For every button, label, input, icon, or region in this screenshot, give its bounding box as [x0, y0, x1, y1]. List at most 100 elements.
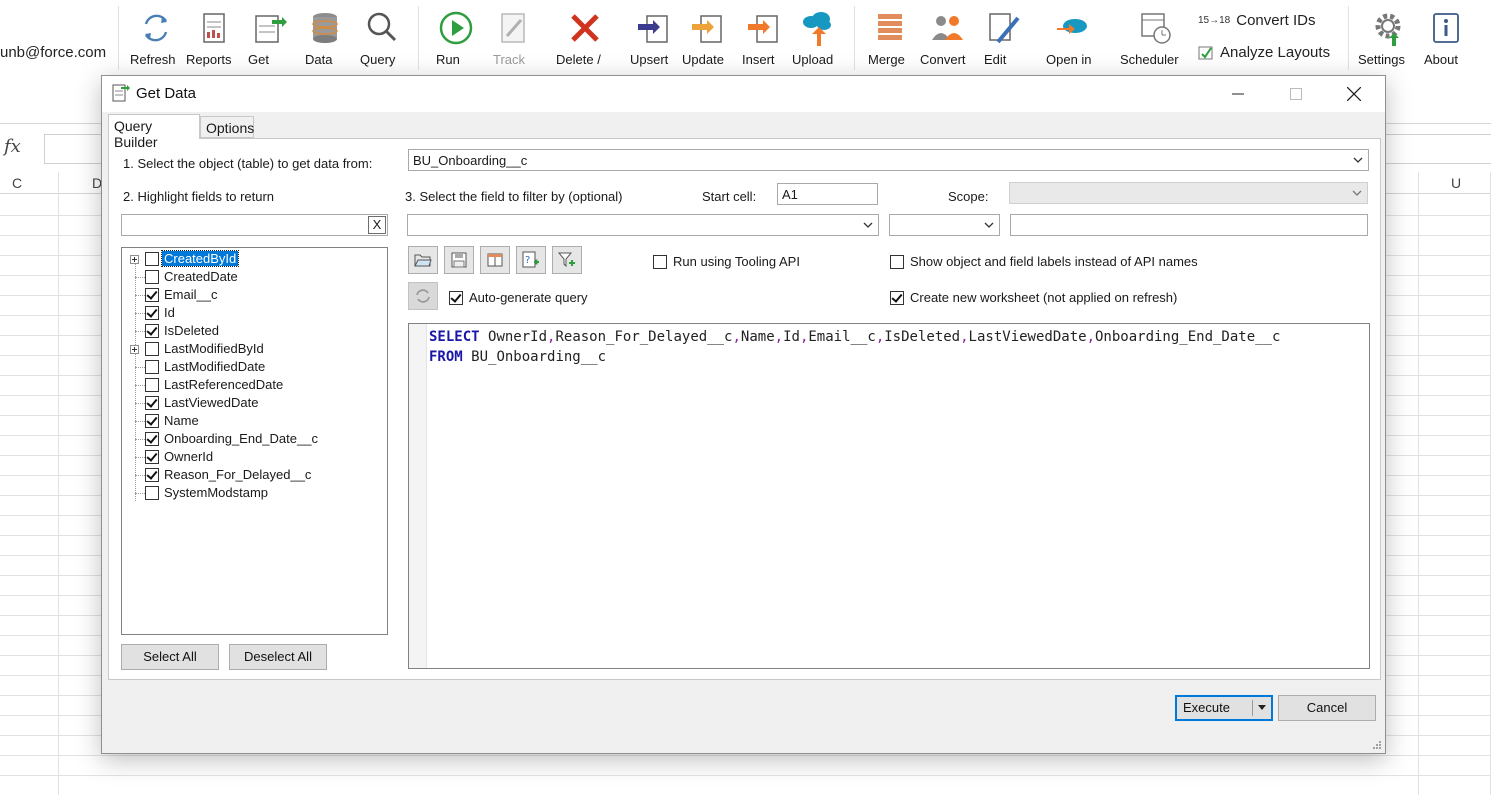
field-tree-item[interactable]: Email__c [122, 286, 387, 304]
add-query-button[interactable]: ? [516, 246, 546, 274]
execute-button[interactable]: Execute [1175, 695, 1273, 721]
field-name[interactable]: CreatedById [160, 250, 240, 267]
reports-button[interactable]: Reports [186, 8, 240, 67]
field-name[interactable]: LastModifiedById [162, 341, 266, 356]
minimize-button[interactable] [1209, 76, 1267, 112]
settings-button[interactable]: Settings [1358, 8, 1418, 67]
open-query-button[interactable] [408, 246, 438, 274]
field-tree-item[interactable]: OwnerId [122, 448, 387, 466]
column-header[interactable]: U [1451, 175, 1461, 191]
field-name[interactable]: LastReferencedDate [162, 377, 285, 392]
field-tree-item[interactable]: Onboarding_End_Date__c [122, 430, 387, 448]
field-name[interactable]: LastModifiedDate [162, 359, 267, 374]
update-button[interactable]: Update [682, 8, 732, 67]
select-all-button[interactable]: Select All [121, 644, 219, 670]
field-tree[interactable]: CreatedById CreatedDate Email__c Id IsDelete… [121, 247, 388, 635]
field-checkbox[interactable] [145, 486, 159, 500]
data-button[interactable]: Data [305, 8, 345, 67]
tooling-api-option[interactable]: Run using Tooling API [653, 254, 800, 269]
field-checkbox[interactable] [145, 378, 159, 392]
tooling-api-checkbox[interactable] [653, 254, 667, 269]
field-tree-item[interactable]: IsDeleted [122, 322, 387, 340]
create-worksheet-option[interactable]: Create new worksheet (not applied on ref… [890, 290, 1177, 305]
field-checkbox[interactable] [145, 396, 159, 410]
field-tree-item[interactable]: CreatedDate [122, 268, 387, 286]
upload-button[interactable]: Upload [792, 8, 842, 67]
field-tree-item[interactable]: LastModifiedById [122, 340, 387, 358]
scheduler-button[interactable]: Scheduler [1120, 8, 1190, 67]
field-name[interactable]: Email__c [162, 287, 219, 302]
object-select[interactable]: BU_Onboarding__c [408, 149, 1369, 171]
close-button[interactable] [1325, 76, 1383, 112]
layout-button[interactable] [480, 246, 510, 274]
field-checkbox[interactable] [145, 270, 159, 284]
field-checkbox[interactable] [145, 252, 159, 266]
fx-icon[interactable]: fx [0, 136, 38, 162]
dropdown-arrow-icon[interactable] [1257, 704, 1267, 712]
upsert-button[interactable]: Upsert [630, 8, 676, 67]
scope-select[interactable] [1009, 182, 1368, 204]
query-text[interactable]: SELECT OwnerId,Reason_For_Delayed__c,Nam… [429, 327, 1280, 367]
convert-ids-button[interactable]: 15→18 Convert IDs [1198, 12, 1315, 29]
field-checkbox[interactable] [145, 324, 159, 338]
tab-options[interactable]: Options [200, 116, 254, 138]
save-query-button[interactable] [444, 246, 474, 274]
field-tree-item[interactable]: SystemModstamp [122, 484, 387, 502]
field-name[interactable]: Onboarding_End_Date__c [162, 431, 320, 446]
delete-button[interactable]: Delete / [556, 8, 614, 67]
field-checkbox[interactable] [145, 306, 159, 320]
open-in-button[interactable]: Open in [1046, 8, 1104, 67]
field-tree-item[interactable]: LastModifiedDate [122, 358, 387, 376]
run-button[interactable]: Run [436, 8, 476, 67]
field-name[interactable]: Reason_For_Delayed__c [162, 467, 313, 482]
field-checkbox[interactable] [145, 288, 159, 302]
show-labels-checkbox[interactable] [890, 254, 904, 269]
analyze-layouts-button[interactable]: Analyze Layouts [1198, 44, 1330, 61]
refresh-button[interactable]: Refresh [130, 8, 182, 67]
cancel-button[interactable]: Cancel [1278, 695, 1376, 721]
auto-generate-checkbox[interactable] [449, 290, 463, 305]
field-search-input[interactable]: X [121, 214, 388, 236]
field-checkbox[interactable] [145, 414, 159, 428]
about-button[interactable]: About [1424, 8, 1468, 67]
start-cell-input[interactable]: A1 [777, 183, 878, 205]
field-name[interactable]: Id [162, 305, 177, 320]
field-tree-item[interactable]: LastViewedDate [122, 394, 387, 412]
deselect-all-button[interactable]: Deselect All [229, 644, 327, 670]
expand-plus-icon[interactable] [130, 345, 139, 354]
get-button[interactable]: Get [248, 8, 288, 67]
query-editor[interactable]: SELECT OwnerId,Reason_For_Delayed__c,Nam… [408, 323, 1370, 669]
convert-button[interactable]: Convert [920, 8, 974, 67]
show-labels-option[interactable]: Show object and field labels instead of … [890, 254, 1198, 269]
edit-button[interactable]: Edit [984, 8, 1024, 67]
field-checkbox[interactable] [145, 450, 159, 464]
merge-button[interactable]: Merge [868, 8, 912, 67]
filter-operator-select[interactable] [889, 214, 1000, 236]
insert-button[interactable]: Insert [742, 8, 784, 67]
dialog-titlebar[interactable]: Get Data [102, 76, 1385, 112]
field-name[interactable]: LastViewedDate [162, 395, 260, 410]
field-tree-item[interactable]: Name [122, 412, 387, 430]
field-name[interactable]: SystemModstamp [162, 485, 270, 500]
expand-plus-icon[interactable] [130, 255, 139, 264]
field-tree-item[interactable]: CreatedById [122, 250, 387, 268]
field-tree-item[interactable]: LastReferencedDate [122, 376, 387, 394]
auto-generate-option[interactable]: Auto-generate query [449, 290, 588, 305]
field-tree-item[interactable]: Id [122, 304, 387, 322]
add-filter-button[interactable] [552, 246, 582, 274]
column-header[interactable]: C [12, 175, 22, 191]
clear-search-button[interactable]: X [368, 216, 386, 234]
field-name[interactable]: IsDeleted [162, 323, 221, 338]
refresh-query-button[interactable] [408, 282, 438, 310]
field-checkbox[interactable] [145, 342, 159, 356]
tab-query-builder[interactable]: Query Builder [108, 114, 200, 150]
resize-grip-icon[interactable] [1372, 740, 1382, 750]
create-worksheet-checkbox[interactable] [890, 290, 904, 305]
field-checkbox[interactable] [145, 360, 159, 374]
field-checkbox[interactable] [145, 432, 159, 446]
field-checkbox[interactable] [145, 468, 159, 482]
field-name[interactable]: Name [162, 413, 201, 428]
filter-value-input[interactable] [1010, 214, 1368, 236]
track-button[interactable]: Track [493, 8, 533, 67]
field-name[interactable]: OwnerId [162, 449, 215, 464]
